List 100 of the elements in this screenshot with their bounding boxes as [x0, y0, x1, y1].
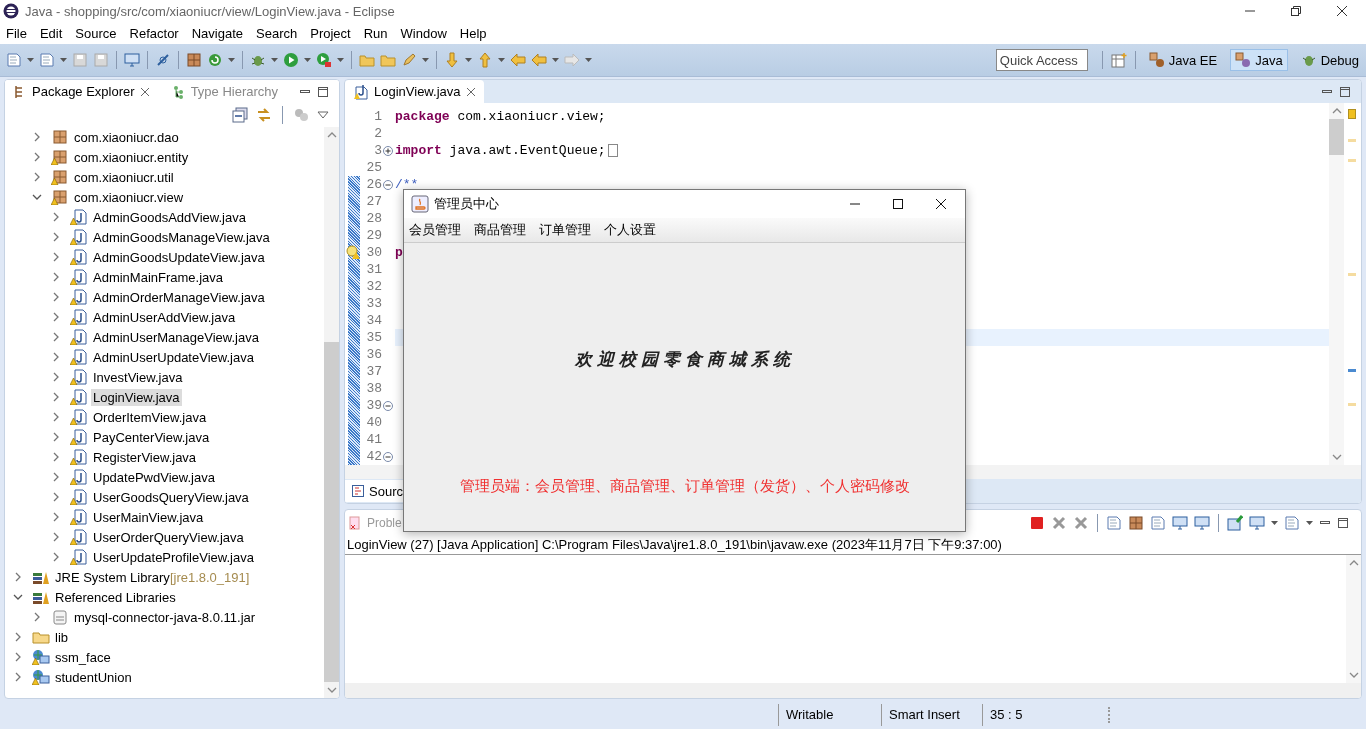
monitor-icon[interactable] — [1249, 514, 1265, 531]
caret-icon[interactable] — [1271, 520, 1278, 525]
menu-item[interactable]: 订单管理 — [539, 221, 591, 239]
maximize-icon[interactable] — [892, 198, 904, 210]
tree-item[interactable]: AdminUserAddView.java — [91, 308, 238, 326]
tree-item[interactable]: mysql-connector-java-8.0.11.jar — [72, 608, 258, 626]
tree-item[interactable]: com.xiaoniucr.util — [72, 168, 176, 186]
tree-item[interactable]: RegisterView.java — [91, 448, 199, 466]
tree-item[interactable]: com.xiaoniucr.dao — [72, 128, 181, 146]
package-icon[interactable] — [186, 52, 202, 68]
tree-item[interactable]: com.xiaoniucr.entity — [72, 148, 191, 166]
expand-chevron-icon[interactable] — [32, 152, 42, 162]
expand-chevron-icon[interactable] — [51, 372, 61, 382]
pin-icon[interactable] — [1227, 514, 1243, 531]
tree-item[interactable]: studentUnion — [53, 668, 134, 686]
monitor-icon[interactable] — [1172, 514, 1188, 531]
menu-item[interactable]: Edit — [39, 25, 63, 41]
perspective-button[interactable]: Debug — [1295, 49, 1364, 71]
expand-chevron-icon[interactable] — [51, 552, 61, 562]
menu-item[interactable]: 商品管理 — [474, 221, 526, 239]
perspective-button[interactable]: Java — [1230, 49, 1288, 71]
run-icon[interactable] — [316, 52, 332, 68]
tree-item[interactable]: AdminUserManageView.java — [91, 328, 261, 346]
quick-fix-warning-icon[interactable] — [346, 245, 360, 259]
view-menu-icon[interactable] — [317, 111, 329, 119]
tree-item[interactable]: UserMainView.java — [91, 508, 206, 526]
caret-icon[interactable] — [27, 58, 34, 62]
expand-chevron-icon[interactable] — [51, 272, 61, 282]
expand-chevron-icon[interactable] — [51, 392, 61, 402]
file-icon[interactable] — [1150, 514, 1166, 531]
scrollbar[interactable] — [1329, 103, 1344, 465]
caret-icon[interactable] — [465, 58, 472, 62]
scroll-thumb[interactable] — [324, 342, 339, 682]
caret-icon[interactable] — [271, 58, 278, 62]
arrow-left-icon[interactable] — [531, 52, 547, 68]
expand-chevron-icon[interactable] — [51, 312, 61, 322]
tree-item[interactable]: PayCenterView.java — [91, 428, 212, 446]
close-icon[interactable] — [1336, 5, 1348, 17]
file-icon[interactable] — [39, 52, 55, 68]
view-tab[interactable]: Type Hierarchy — [163, 80, 287, 103]
monitor-icon[interactable] — [1194, 514, 1210, 531]
quick-access-field[interactable]: Quick Access — [995, 49, 1088, 71]
tree-item[interactable]: InvestView.java — [91, 368, 185, 386]
expand-chevron-icon[interactable] — [51, 472, 61, 482]
expand-fold-icon[interactable] — [383, 145, 393, 156]
expand-chevron-icon[interactable] — [51, 252, 61, 262]
collapse-all-icon[interactable] — [232, 107, 248, 123]
expand-chevron-icon[interactable] — [51, 432, 61, 442]
expand-chevron-icon[interactable] — [32, 132, 42, 142]
menu-item[interactable]: Search — [256, 25, 298, 41]
collapse-fold-icon[interactable] — [383, 451, 393, 462]
file-icon[interactable] — [6, 52, 22, 68]
tree-item[interactable]: AdminOrderManageView.java — [91, 288, 267, 306]
menu-item[interactable]: 个人设置 — [604, 221, 656, 239]
expand-chevron-icon[interactable] — [13, 672, 23, 682]
caret-icon[interactable] — [1306, 520, 1313, 525]
scrollbar[interactable] — [345, 683, 1361, 698]
collapse-chevron-icon[interactable] — [13, 592, 23, 602]
tree-item[interactable]: UpdatePwdView.java — [91, 468, 217, 486]
maximize-icon[interactable] — [317, 85, 329, 98]
caret-icon[interactable] — [498, 58, 505, 62]
tree-item[interactable]: Referenced Libraries — [53, 588, 178, 606]
caret-icon[interactable] — [585, 58, 592, 62]
expand-chevron-icon[interactable] — [51, 292, 61, 302]
open-perspective-icon[interactable] — [1110, 52, 1127, 68]
tree-item[interactable]: AdminGoodsAddView.java — [91, 208, 248, 226]
tree-item[interactable]: JRE System Library[jre1.8.0_191] — [53, 568, 252, 586]
maximize-icon[interactable] — [1337, 516, 1349, 529]
tree-item[interactable]: AdminUserUpdateView.java — [91, 348, 256, 366]
expand-chevron-icon[interactable] — [51, 512, 61, 522]
file-icon[interactable] — [1106, 514, 1122, 531]
expand-chevron-icon[interactable] — [51, 332, 61, 342]
link-editor-icon[interactable] — [256, 107, 272, 123]
restore-icon[interactable] — [1290, 5, 1302, 17]
caret-icon[interactable] — [422, 58, 429, 62]
perspective-button[interactable]: Java EE — [1143, 49, 1223, 71]
menu-item[interactable]: Refactor — [129, 25, 179, 41]
menu-item[interactable]: Navigate — [191, 25, 243, 41]
menu-item[interactable]: Run — [363, 25, 388, 41]
maximize-icon[interactable] — [1339, 85, 1351, 98]
caret-icon[interactable] — [304, 58, 311, 62]
expand-chevron-icon[interactable] — [32, 172, 42, 182]
caret-icon[interactable] — [60, 58, 67, 62]
link-icon[interactable] — [155, 52, 171, 68]
run-icon[interactable] — [283, 52, 299, 68]
stop-icon[interactable] — [1029, 514, 1045, 531]
tree-item[interactable]: com.xiaoniucr.view — [72, 188, 186, 206]
monitor-icon[interactable] — [124, 52, 140, 68]
collapse-fold-icon[interactable] — [383, 179, 393, 190]
tree-item[interactable]: UserGoodsQueryView.java — [91, 488, 251, 506]
collapse-fold-icon[interactable] — [383, 400, 393, 411]
menu-item[interactable]: Window — [400, 25, 447, 41]
arrow-left-icon[interactable] — [510, 52, 526, 68]
tree-item[interactable]: lib — [53, 628, 70, 646]
caret-icon[interactable] — [552, 58, 559, 62]
expand-chevron-icon[interactable] — [51, 452, 61, 462]
expand-chevron-icon[interactable] — [51, 532, 61, 542]
menu-item[interactable]: Project — [310, 25, 351, 41]
package-icon[interactable] — [1128, 514, 1144, 531]
expand-chevron-icon[interactable] — [51, 352, 61, 362]
